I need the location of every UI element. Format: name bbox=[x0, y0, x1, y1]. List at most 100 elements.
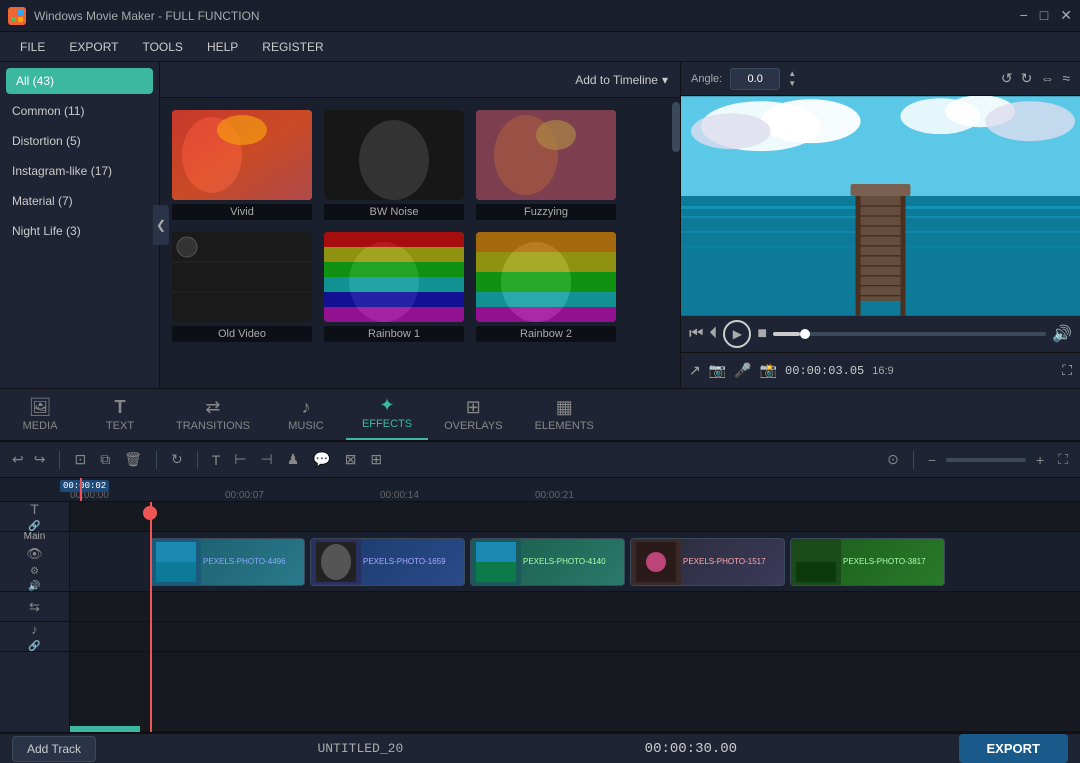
category-material[interactable]: Material (7) bbox=[0, 186, 159, 216]
main-area: All (43) Common (11) Distortion (5) Inst… bbox=[0, 62, 1080, 760]
timeline-ruler: 00:00:00 00:00:07 00:00:14 00:00:21 00:0… bbox=[0, 478, 1080, 502]
fullscreen-tl-button[interactable]: ⛶ bbox=[1054, 449, 1072, 470]
prev-frame-button[interactable]: ⏴ bbox=[709, 325, 717, 343]
menu-file[interactable]: FILE bbox=[8, 36, 57, 58]
category-all[interactable]: All (43) bbox=[6, 68, 153, 94]
playhead-ruler[interactable] bbox=[80, 478, 82, 501]
add-timeline-chevron-icon: ▾ bbox=[662, 73, 668, 87]
main-track-settings-icon[interactable]: ⚙ bbox=[30, 566, 39, 577]
timeline-toolbar: ↩ ↪ ⊡ ⧉ 🗑 ↻ T ⊢ ⊣ ♟ 💬 ⊠ ⊞ ⊙ − + ⛶ bbox=[0, 442, 1080, 478]
effect-vivid[interactable]: Vivid bbox=[172, 110, 312, 220]
ruler-mark-3: 00:00:21 bbox=[535, 490, 574, 501]
motion-icon[interactable]: ↗ bbox=[689, 362, 701, 379]
effects-grid: Vivid BW Noise bbox=[160, 98, 672, 388]
redo-icon[interactable]: ↻ bbox=[1021, 70, 1033, 87]
music-track-icon: ♪ bbox=[31, 622, 38, 637]
mirror-icon[interactable]: ⇔ bbox=[1040, 70, 1054, 87]
effect-bwnoise[interactable]: BW Noise bbox=[324, 110, 464, 220]
export-button[interactable]: EXPORT bbox=[959, 734, 1068, 763]
mic-icon[interactable]: 🎤 bbox=[734, 362, 751, 379]
add-to-timeline-button[interactable]: Add to Timeline ▾ bbox=[575, 73, 668, 87]
main-track-audio-icon: 🔊 bbox=[28, 581, 40, 592]
clip-pexels-3817[interactable]: PEXELS-PHOTO-3817 bbox=[790, 538, 945, 586]
angle-up-arrow[interactable]: ▲ bbox=[788, 69, 796, 79]
tab-media-label: MEDIA bbox=[23, 420, 58, 432]
empty-track-row-1 bbox=[70, 592, 1080, 622]
tab-media[interactable]: 🖼 MEDIA bbox=[0, 391, 80, 440]
effect-rainbow1[interactable]: Rainbow 1 bbox=[324, 232, 464, 342]
menu-help[interactable]: HELP bbox=[195, 36, 250, 58]
category-nightlife[interactable]: Night Life (3) bbox=[0, 216, 159, 246]
angle-input[interactable] bbox=[730, 68, 780, 90]
angle-down-arrow[interactable]: ▼ bbox=[788, 79, 796, 89]
minimize-button[interactable]: − bbox=[1020, 7, 1028, 24]
progress-bar[interactable] bbox=[773, 332, 1046, 336]
person-tool[interactable]: ♟ bbox=[283, 449, 304, 470]
redo-button[interactable]: ↪ bbox=[30, 449, 50, 470]
elements-icon: ▦ bbox=[556, 397, 573, 418]
toolbar-divider-2 bbox=[156, 451, 157, 469]
speed-tool[interactable]: ⊣ bbox=[256, 449, 276, 470]
music-track-link-icon: 🔗 bbox=[28, 641, 40, 652]
play-button[interactable]: ▶ bbox=[723, 320, 751, 348]
stop-button[interactable]: ■ bbox=[757, 325, 767, 343]
track-labels: T 🔗 Main 👁 ⚙ 🔊 ⇆ ♪ 🔗 bbox=[0, 502, 70, 732]
effects-scrollbar-thumb[interactable] bbox=[672, 102, 680, 152]
tab-music[interactable]: ♪ MUSIC bbox=[266, 391, 346, 440]
angle-bar: Angle: ▲ ▼ ↺ ↻ ⇔ ≈ bbox=[681, 62, 1080, 96]
tab-overlays[interactable]: ⊞ OVERLAYS bbox=[428, 391, 519, 440]
titlebar: Windows Movie Maker - FULL FUNCTION − □ … bbox=[0, 0, 1080, 32]
effects-scrollbar[interactable] bbox=[672, 98, 680, 388]
progress-thumb[interactable] bbox=[800, 329, 810, 339]
fullscreen-button[interactable]: ⛶ bbox=[1062, 362, 1072, 379]
zoom-slider[interactable] bbox=[946, 458, 1026, 462]
clip-pexels-4496[interactable]: PEXELS-PHOTO-4496 bbox=[150, 538, 305, 586]
clip-pexels-4140[interactable]: PEXELS-PHOTO-4140 bbox=[470, 538, 625, 586]
zoom-in-icon[interactable]: + bbox=[1032, 450, 1048, 470]
category-instagram[interactable]: Instagram-like (17) bbox=[0, 156, 159, 186]
category-distortion[interactable]: Distortion (5) bbox=[0, 126, 159, 156]
settings-icon[interactable]: ≈ bbox=[1062, 70, 1070, 87]
main-track-text: Main bbox=[24, 531, 46, 542]
loop-tool[interactable]: ↻ bbox=[167, 449, 187, 470]
effect-fuzzying[interactable]: Fuzzying bbox=[476, 110, 616, 220]
camera-icon[interactable]: 📷 bbox=[709, 362, 726, 379]
add-track-button[interactable]: Add Track bbox=[12, 736, 96, 762]
collapse-panel-button[interactable]: ❮ bbox=[153, 205, 169, 245]
toolbar-divider-4 bbox=[913, 451, 914, 469]
maximize-button[interactable]: □ bbox=[1040, 7, 1048, 24]
snapshot-icon[interactable]: 📸 bbox=[760, 362, 777, 379]
tab-elements[interactable]: ▦ ELEMENTS bbox=[519, 391, 610, 440]
select-tool[interactable]: ⊡ bbox=[70, 449, 90, 470]
clip-pexels-1659[interactable]: PEXELS-PHOTO-1659 bbox=[310, 538, 465, 586]
ruler-mark-1: 00:00:07 bbox=[225, 490, 264, 501]
split-tool[interactable]: ⊢ bbox=[230, 449, 250, 470]
menu-export[interactable]: EXPORT bbox=[57, 36, 130, 58]
zoom-out-icon[interactable]: − bbox=[924, 450, 940, 470]
undo-icon[interactable]: ↺ bbox=[1001, 70, 1013, 87]
tab-effects[interactable]: ✦ EFFECTS bbox=[346, 389, 428, 440]
copy-tool[interactable]: ⧉ bbox=[96, 449, 114, 470]
fit-button[interactable]: ⊙ bbox=[883, 449, 903, 470]
main-track-eye-icon[interactable]: 👁 bbox=[26, 546, 43, 562]
tab-transitions[interactable]: ⇄ TRANSITIONS bbox=[160, 391, 266, 440]
text-tool[interactable]: T bbox=[208, 450, 225, 470]
clip-pexels-1517[interactable]: PEXELS-PHOTO-1517 bbox=[630, 538, 785, 586]
effect-rainbow2[interactable]: Rainbow 2 bbox=[476, 232, 616, 342]
playhead-circle[interactable] bbox=[143, 506, 157, 520]
menu-register[interactable]: REGISTER bbox=[250, 36, 335, 58]
bubble-tool[interactable]: 💬 bbox=[309, 449, 334, 470]
effect-rainbow2-label: Rainbow 2 bbox=[476, 326, 616, 342]
crop-tool[interactable]: ⊠ bbox=[341, 449, 361, 470]
skip-back-button[interactable]: ⏮ bbox=[689, 325, 703, 343]
category-common[interactable]: Common (11) bbox=[0, 96, 159, 126]
grid-tool[interactable]: ⊞ bbox=[366, 449, 386, 470]
tab-text[interactable]: T TEXT bbox=[80, 391, 160, 440]
effect-oldvideo[interactable]: Old Video bbox=[172, 232, 312, 342]
delete-tool[interactable]: 🗑 bbox=[120, 449, 146, 470]
menu-tools[interactable]: TOOLS bbox=[130, 36, 194, 58]
close-button[interactable]: ✕ bbox=[1060, 7, 1072, 24]
volume-icon[interactable]: 🔊 bbox=[1052, 324, 1072, 344]
angle-arrows: ▲ ▼ bbox=[788, 69, 796, 88]
undo-button[interactable]: ↩ bbox=[8, 449, 28, 470]
